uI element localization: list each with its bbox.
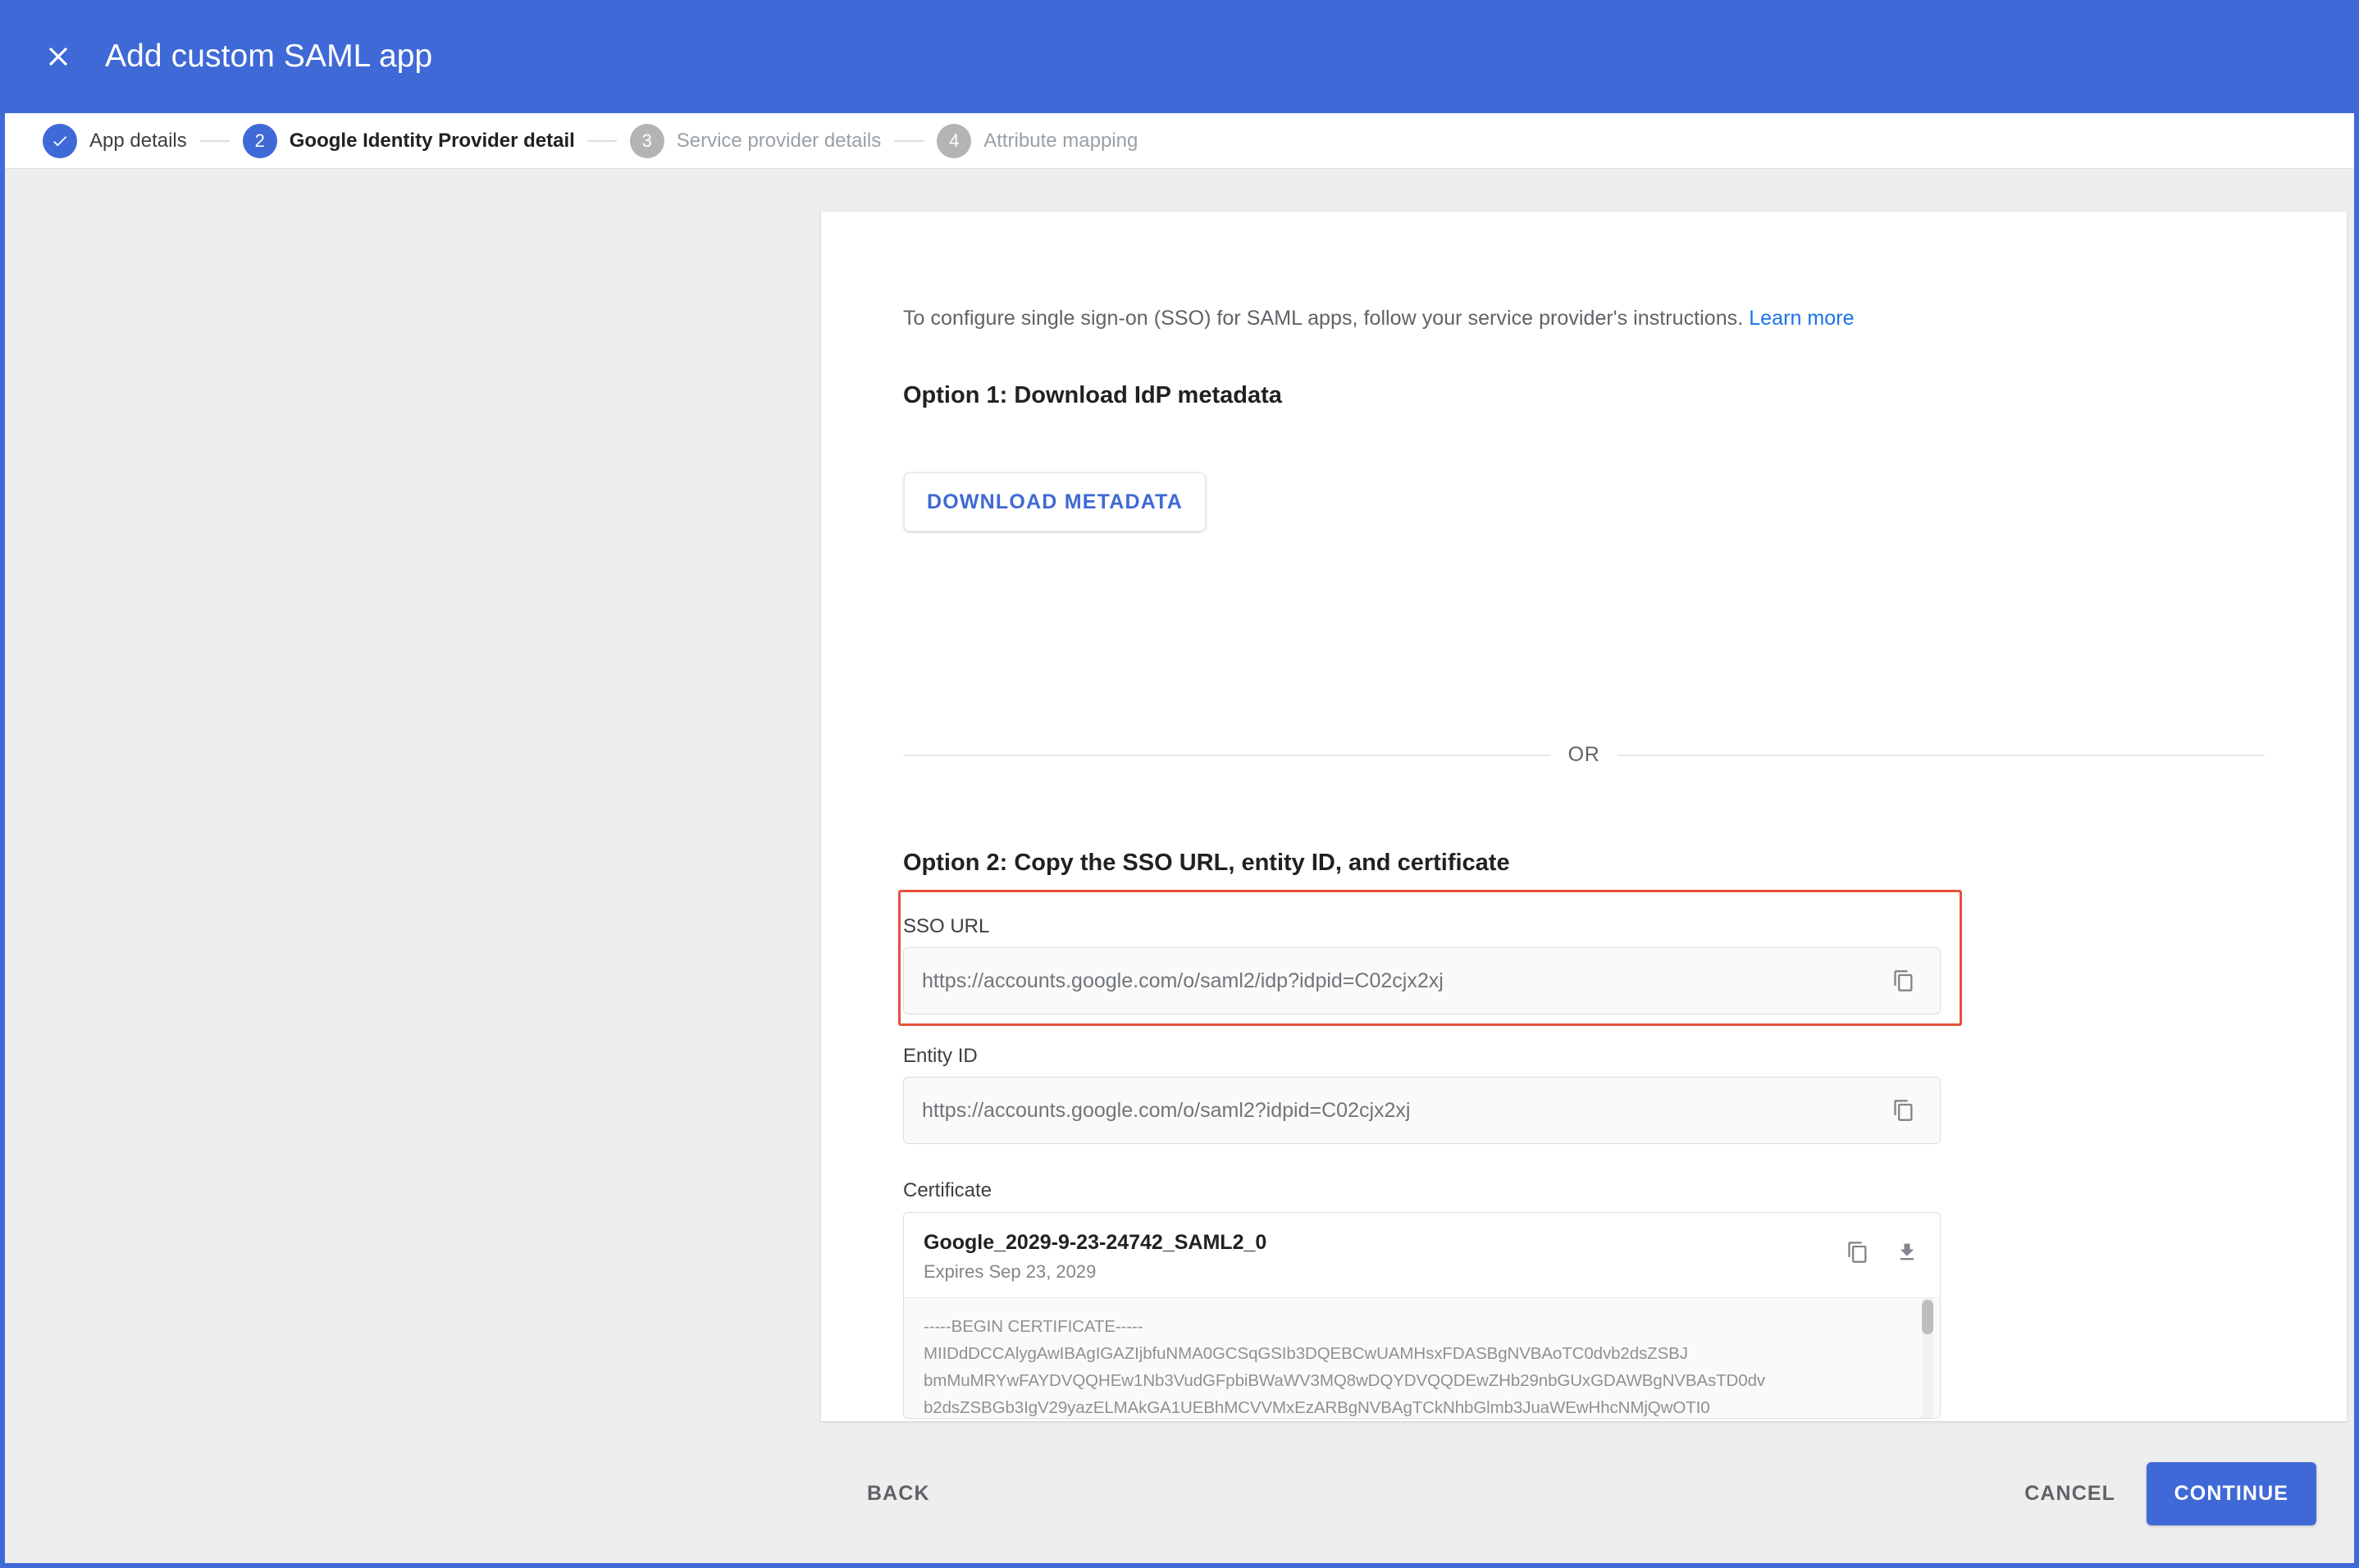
step-marker-check-icon <box>43 123 77 158</box>
certificate-line: -----BEGIN CERTIFICATE----- <box>924 1317 1143 1336</box>
certificate-label: Certificate <box>903 1179 992 1201</box>
certificate-line: b2dsZSBGb3IgV29yazELMAkGA1UEBhMCVVMxEzAR… <box>924 1398 1710 1417</box>
copy-icon[interactable] <box>1886 1092 1922 1128</box>
stepper-step-service-provider[interactable]: 3 Service provider details <box>629 123 882 158</box>
entity-id-value: https://accounts.google.com/o/saml2?idpi… <box>922 1098 1411 1122</box>
download-metadata-button[interactable]: DOWNLOAD METADATA <box>904 472 1206 531</box>
saml-app-dialog: Add custom SAML app App details 2 Google… <box>0 0 2359 1568</box>
option-1-heading: Option 1: Download IdP metadata <box>903 382 1282 408</box>
back-button[interactable]: BACK <box>846 1467 951 1520</box>
certificate-actions <box>1840 1231 1925 1270</box>
page-title: Add custom SAML app <box>105 39 433 74</box>
divider-line-right <box>1618 754 2265 756</box>
or-divider: OR <box>903 743 2265 767</box>
stepper-label-app-details: App details <box>89 129 187 152</box>
step-marker-4: 4 <box>937 123 972 158</box>
dialog-titlebar: Add custom SAML app <box>5 0 2354 113</box>
certificate-box: Google_2029-9-23-24742_SAML2_0 Expires S… <box>903 1212 1941 1419</box>
sso-url-value: https://accounts.google.com/o/saml2/idp?… <box>922 969 1444 992</box>
sso-url-field: SSO URL https://accounts.google.com/o/sa… <box>903 915 1941 1014</box>
wizard-stepper: App details 2 Google Identity Provider d… <box>5 113 2354 169</box>
certificate-line: MIIDdDCCAlygAwIBAgIGAZIjbfuNMA0GCSqGSIb3… <box>924 1344 1688 1363</box>
stepper-separator <box>199 139 230 142</box>
copy-icon[interactable] <box>1840 1234 1876 1270</box>
continue-button[interactable]: CONTINUE <box>2146 1461 2316 1525</box>
cancel-button[interactable]: CANCEL <box>2003 1467 2137 1520</box>
sso-url-input[interactable]: https://accounts.google.com/o/saml2/idp?… <box>903 947 1941 1014</box>
certificate-header-text: Google_2029-9-23-24742_SAML2_0 Expires S… <box>924 1231 1840 1283</box>
certificate-name: Google_2029-9-23-24742_SAML2_0 <box>924 1231 1267 1254</box>
intro-text: To configure single sign-on (SSO) for SA… <box>903 307 1744 330</box>
or-label: OR <box>1567 743 1600 766</box>
certificate-header: Google_2029-9-23-24742_SAML2_0 Expires S… <box>904 1213 1940 1297</box>
step-marker-3: 3 <box>629 123 664 158</box>
stepper-label-service-provider: Service provider details <box>676 129 882 152</box>
entity-id-field: Entity ID https://accounts.google.com/o/… <box>903 1045 1941 1144</box>
dialog-body: To configure single sign-on (SSO) for SA… <box>5 169 2354 1563</box>
close-icon[interactable] <box>34 33 82 80</box>
copy-icon[interactable] <box>1886 963 1922 999</box>
stepper-step-app-details[interactable]: App details <box>43 123 187 158</box>
learn-more-link[interactable]: Learn more <box>1749 307 1854 330</box>
certificate-scrollbar-thumb[interactable] <box>1922 1300 1933 1334</box>
stepper-step-attribute-mapping[interactable]: 4 Attribute mapping <box>937 123 1138 158</box>
download-icon[interactable] <box>1889 1234 1925 1270</box>
stepper-step-google-idp[interactable]: 2 Google Identity Provider details <box>242 123 574 158</box>
stepper-label-attribute-mapping: Attribute mapping <box>983 129 1138 152</box>
certificate-expiry: Expires Sep 23, 2029 <box>924 1261 1097 1282</box>
certificate-line: bmMuMRYwFAYDVQQHEw1Nb3VudGFpbiBWaWV3MQ8w… <box>924 1371 1766 1390</box>
stepper-label-google-idp: Google Identity Provider details <box>289 129 574 152</box>
sso-url-label: SSO URL <box>903 915 990 937</box>
divider-line-left <box>903 754 1550 756</box>
entity-id-input[interactable]: https://accounts.google.com/o/saml2?idpi… <box>903 1077 1941 1144</box>
intro-text-row: To configure single sign-on (SSO) for SA… <box>903 307 1855 330</box>
entity-id-label: Entity ID <box>903 1045 978 1067</box>
option-2-heading: Option 2: Copy the SSO URL, entity ID, a… <box>903 850 1510 876</box>
dialog-footer: BACK CANCEL CONTINUE <box>5 1424 2354 1563</box>
certificate-body[interactable]: -----BEGIN CERTIFICATE----- MIIDdDCCAlyg… <box>904 1297 1940 1418</box>
step-marker-2: 2 <box>242 123 277 158</box>
stepper-separator <box>894 139 924 142</box>
stepper-separator <box>586 139 617 142</box>
